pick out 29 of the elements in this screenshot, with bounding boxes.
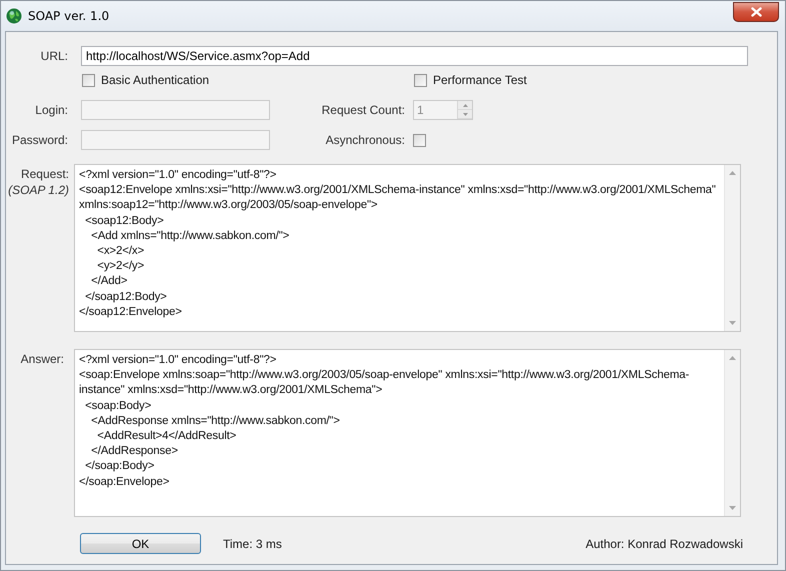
window-title: SOAP ver. 1.0 xyxy=(28,9,110,23)
field-label: URL: xyxy=(40,49,68,63)
field-label: Password: xyxy=(10,133,68,147)
scrollbar[interactable] xyxy=(724,350,740,516)
globe-icon xyxy=(6,8,22,24)
down-arrow-icon xyxy=(462,112,468,116)
checkbox[interactable] xyxy=(414,74,427,86)
checkbox[interactable] xyxy=(413,134,426,146)
scroll-up-icon[interactable] xyxy=(729,356,736,360)
field-label: Asynchronous: xyxy=(324,133,405,147)
url-field[interactable]: http://localhost/WS/Service.asmx?op=Add xyxy=(81,46,748,66)
close-icon xyxy=(750,7,762,17)
checkbox-label: Basic Authentication xyxy=(101,73,210,87)
scrollbar[interactable] xyxy=(724,165,740,331)
field-label: Answer: xyxy=(20,352,64,366)
author-label: Author: Konrad Rozwadowski xyxy=(586,536,743,550)
scroll-down-icon[interactable] xyxy=(729,506,736,510)
field-label: Request Count: xyxy=(320,103,405,117)
close-button[interactable] xyxy=(733,2,779,22)
field-label: Request: xyxy=(20,167,69,181)
checkbox-label: Performance Test xyxy=(433,73,527,87)
ok-button[interactable]: OK xyxy=(80,533,201,554)
time-label: Time: 3 ms xyxy=(223,536,282,550)
scroll-up-icon[interactable] xyxy=(729,171,736,175)
checkbox[interactable] xyxy=(82,74,95,86)
up-arrow-icon xyxy=(462,104,468,106)
field-label: Login: xyxy=(34,103,68,117)
field-note: (SOAP 1.2) xyxy=(8,183,69,197)
scroll-down-icon[interactable] xyxy=(729,321,736,325)
